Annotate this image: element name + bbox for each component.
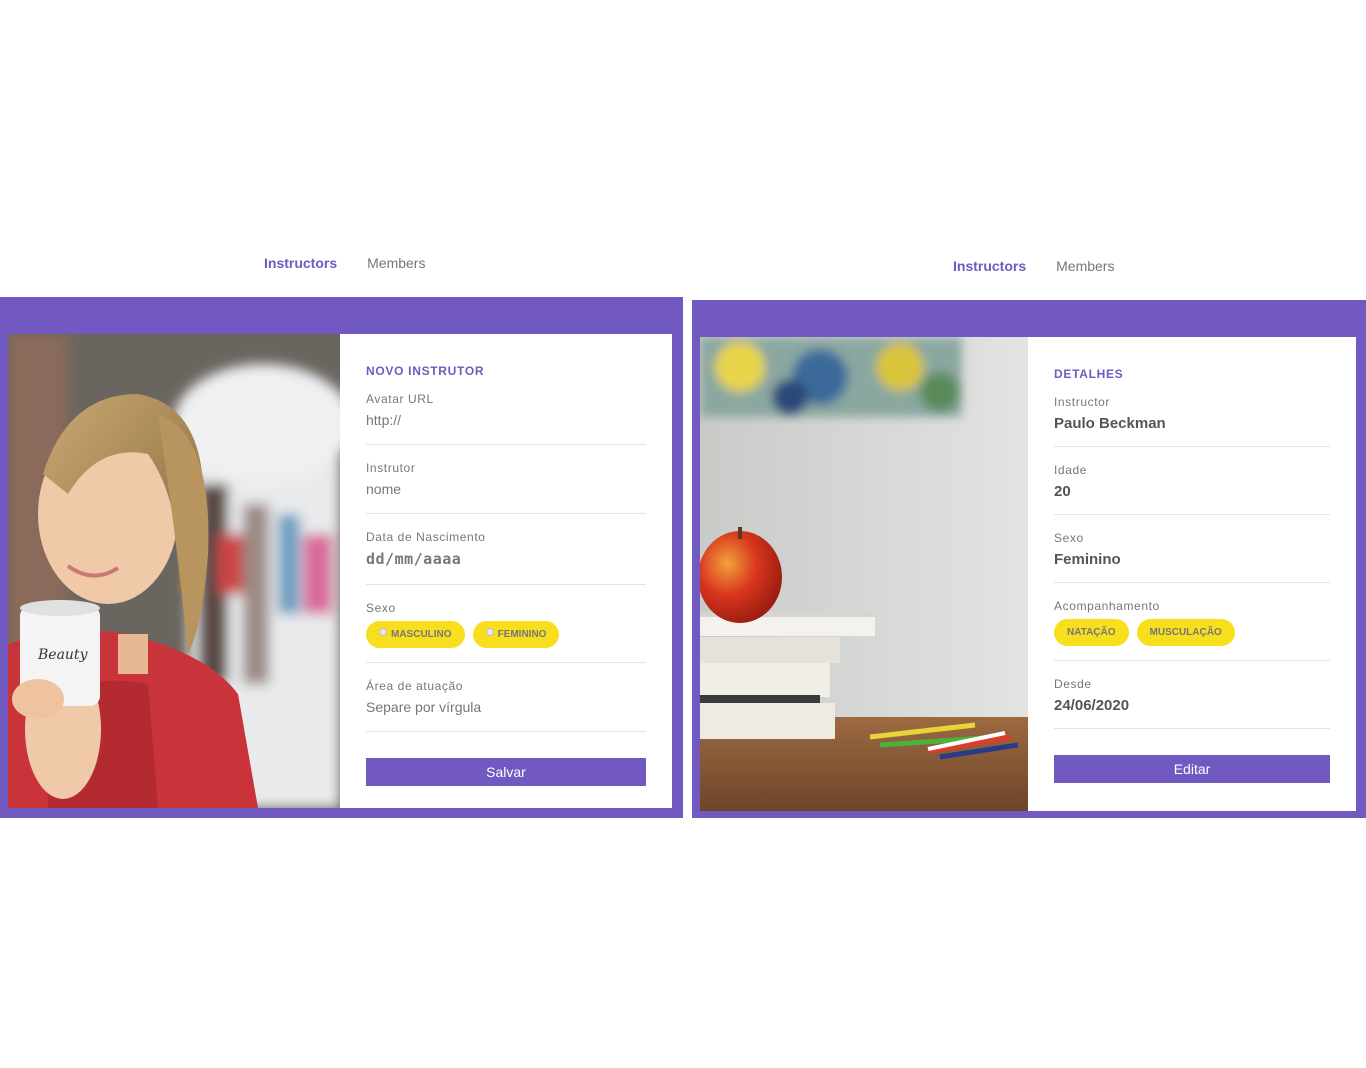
birth-date-input[interactable] <box>366 548 646 570</box>
service-tag: Natação <box>1054 619 1129 646</box>
content-band: Beauty Novo Instrutor Avatar URL Instrut… <box>0 297 683 818</box>
services-input[interactable] <box>366 697 646 717</box>
nav-link-members[interactable]: Members <box>1056 258 1114 274</box>
gender-option-male[interactable]: Masculino <box>366 621 465 648</box>
instructor-name-label: Instrutor <box>366 461 416 475</box>
gender-option-male-label: Masculino <box>391 629 452 640</box>
services-label: Área de atuação <box>366 679 464 693</box>
services-item: Acompanhamento Natação Musculação <box>1054 599 1330 661</box>
nav-link-instructors[interactable]: Instructors <box>264 255 337 271</box>
birth-date-field: Data de Nascimento <box>366 530 646 585</box>
age-label: Idade <box>1054 463 1088 477</box>
form-title: Novo Instrutor <box>366 364 485 378</box>
gender-label: Sexo <box>1054 531 1084 545</box>
save-button[interactable]: Salvar <box>366 758 646 786</box>
since-item: Desde 24/06/2020 <box>1054 677 1330 729</box>
since-value: 24/06/2020 <box>1054 697 1130 714</box>
radio-icon[interactable] <box>379 627 387 636</box>
instructor-name-label: Instructor <box>1054 395 1111 409</box>
instructor-name-value: Paulo Beckman <box>1054 415 1166 432</box>
gender-option-female-label: Feminino <box>497 629 547 640</box>
nav-link-instructors[interactable]: Instructors <box>953 258 1026 274</box>
mug-lettering: Beauty <box>37 647 89 663</box>
avatar-url-input[interactable] <box>366 410 646 430</box>
since-label: Desde <box>1054 677 1092 691</box>
instructor-avatar-image: Beauty <box>8 334 340 808</box>
create-instructor-panel: Instructors Members Beauty NOVO INSTRUTO… <box>0 0 683 1068</box>
instructor-details: Detalhes Instructor Paulo Beckman Idade … <box>1028 337 1356 811</box>
age-item: Idade 20 <box>1054 463 1330 515</box>
gender-label: Sexo <box>366 601 396 615</box>
top-nav: Instructors Members <box>264 255 425 271</box>
radio-icon[interactable] <box>485 627 494 636</box>
avatar-url-label: Avatar URL <box>366 392 434 406</box>
instructor-detail-panel: Instructors Members DETALHES Instructor … <box>692 0 1366 1068</box>
services-label: Acompanhamento <box>1054 599 1160 613</box>
service-tag: Musculação <box>1136 619 1235 646</box>
gender-item: Sexo Feminino <box>1054 531 1330 583</box>
gender-field: Sexo Masculino Feminino <box>366 601 646 663</box>
instructor-name-input[interactable] <box>366 479 646 499</box>
instructor-avatar-image <box>700 337 1028 811</box>
top-nav: Instructors Members <box>953 258 1114 274</box>
edit-button[interactable]: Editar <box>1054 755 1330 783</box>
gender-value: Feminino <box>1054 551 1121 568</box>
avatar-url-field: Avatar URL <box>366 392 646 445</box>
instructor-card: Beauty Novo Instrutor Avatar URL Instrut… <box>8 334 672 808</box>
content-band: Detalhes Instructor Paulo Beckman Idade … <box>692 300 1366 818</box>
birth-date-label: Data de Nascimento <box>366 530 486 544</box>
instructor-card: Detalhes Instructor Paulo Beckman Idade … <box>700 337 1356 811</box>
instructor-form: Novo Instrutor Avatar URL Instrutor Data… <box>340 334 672 808</box>
services-field: Área de atuação <box>366 679 646 732</box>
nav-link-members[interactable]: Members <box>367 255 425 271</box>
instructor-name-field: Instrutor <box>366 461 646 514</box>
age-value: 20 <box>1054 483 1071 500</box>
gender-option-female[interactable]: Feminino <box>472 621 560 648</box>
details-title: Detalhes <box>1054 367 1124 381</box>
instructor-name-item: Instructor Paulo Beckman <box>1054 395 1330 447</box>
